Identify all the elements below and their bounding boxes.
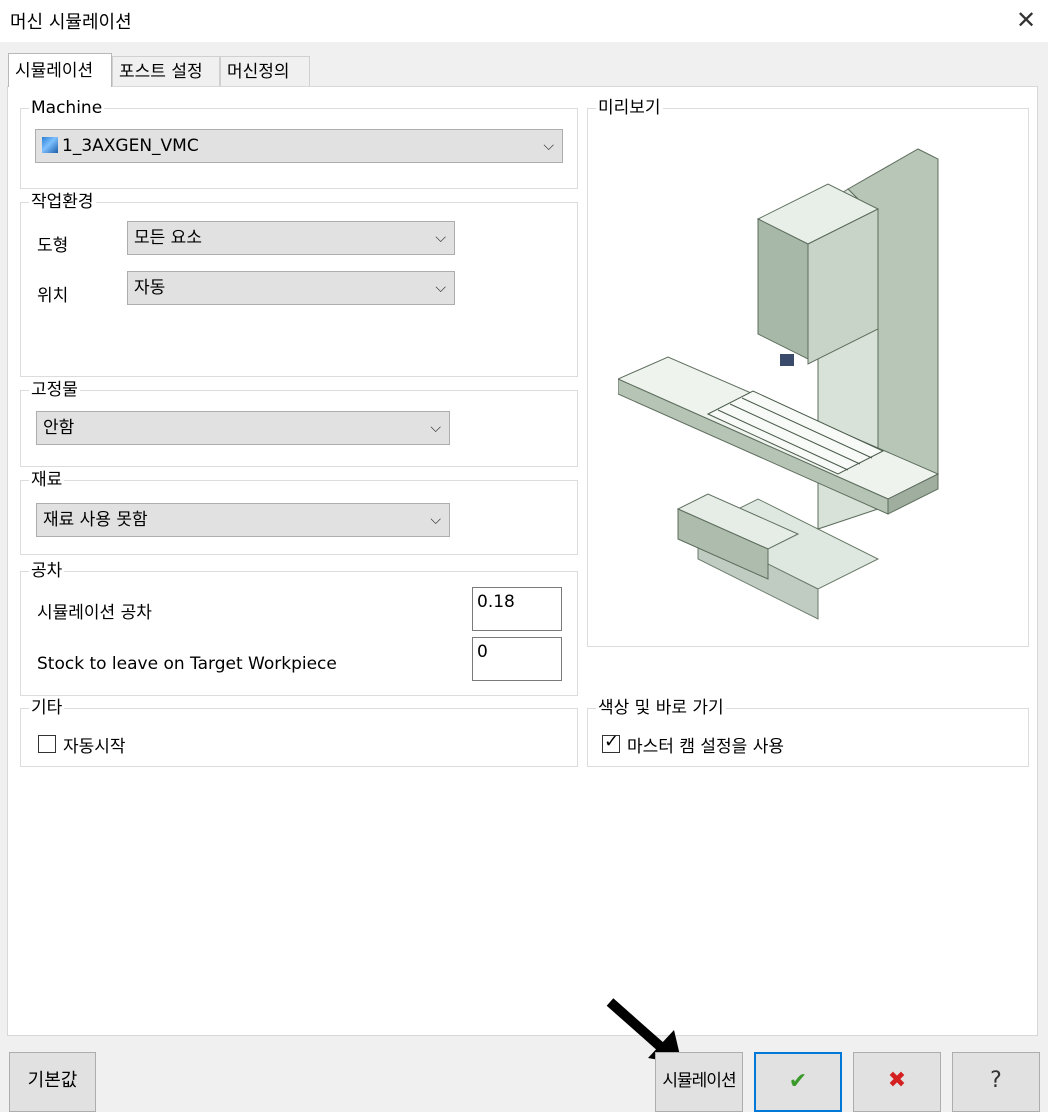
geometry-value: 모든 요소 bbox=[134, 228, 202, 248]
window-title: 머신 시뮬레이션 bbox=[10, 12, 132, 33]
material-legend: 재료 bbox=[29, 469, 65, 491]
position-label: 위치 bbox=[37, 286, 69, 306]
sim-tolerance-input[interactable]: 0.18 bbox=[472, 587, 562, 631]
use-master-checkbox[interactable]: ✓ bbox=[602, 731, 620, 753]
colors-legend: 색상 및 바로 가기 bbox=[596, 697, 726, 719]
other-legend: 기타 bbox=[29, 697, 65, 719]
machine-group: Machine 1_3AXGEN_VMC ⌵ bbox=[20, 97, 578, 189]
tab-machine-definition[interactable]: 머신정의 bbox=[220, 56, 310, 86]
machine-value: 1_3AXGEN_VMC bbox=[62, 136, 199, 156]
chevron-down-icon: ⌵ bbox=[430, 420, 441, 436]
material-select[interactable]: 재료 사용 못함 ⌵ bbox=[36, 503, 450, 537]
autostart-label[interactable]: 자동시작 bbox=[63, 732, 126, 757]
help-icon: ? bbox=[990, 1068, 1002, 1093]
checkmark-icon: ✓ bbox=[604, 731, 620, 752]
material-value: 재료 사용 못함 bbox=[43, 510, 148, 530]
machine-legend: Machine bbox=[29, 97, 105, 119]
preview-group: 미리보기 bbox=[587, 97, 1029, 647]
chevron-down-icon: ⌵ bbox=[543, 138, 554, 154]
fixture-value: 안함 bbox=[43, 418, 75, 438]
ok-check-icon: ✔ bbox=[788, 1069, 808, 1094]
tab-post-settings[interactable]: 포스트 설정 bbox=[112, 56, 220, 86]
close-icon[interactable]: ✕ bbox=[1012, 6, 1040, 34]
cancel-x-icon: ✖ bbox=[887, 1068, 907, 1093]
ok-button[interactable]: ✔ bbox=[754, 1052, 842, 1112]
tab-simulation[interactable]: 시뮬레이션 bbox=[8, 53, 112, 87]
chevron-down-icon: ⌵ bbox=[435, 230, 446, 246]
material-group: 재료 재료 사용 못함 ⌵ bbox=[20, 469, 578, 555]
machine-preview-image bbox=[618, 148, 940, 620]
geometry-label: 도형 bbox=[37, 236, 69, 256]
tolerance-legend: 공차 bbox=[29, 560, 65, 582]
sim-tolerance-label: 시뮬레이션 공차 bbox=[37, 603, 152, 623]
workenv-legend: 작업환경 bbox=[29, 191, 96, 213]
cancel-button[interactable]: ✖ bbox=[853, 1052, 941, 1112]
fixture-group: 고정물 안함 ⌵ bbox=[20, 379, 578, 467]
fixture-legend: 고정물 bbox=[29, 379, 80, 401]
tolerance-group: 공차 시뮬레이션 공차 0.18 Stock to leave on Targe… bbox=[20, 560, 578, 696]
machine-icon bbox=[42, 137, 58, 153]
stock-to-leave-label: Stock to leave on Target Workpiece bbox=[37, 654, 337, 674]
preview-legend: 미리보기 bbox=[596, 97, 663, 119]
use-master-label[interactable]: 마스터 캠 설정을 사용 bbox=[627, 732, 784, 757]
other-group: 기타 자동시작 bbox=[20, 697, 578, 767]
simulate-button[interactable]: 시뮬레이션 bbox=[655, 1052, 743, 1112]
stock-to-leave-input[interactable]: 0 bbox=[472, 637, 562, 681]
workenv-group: 작업환경 도형 모든 요소 ⌵ 위치 자동 ⌵ bbox=[20, 191, 578, 377]
machine-select[interactable]: 1_3AXGEN_VMC ⌵ bbox=[35, 129, 563, 163]
fixture-select[interactable]: 안함 ⌵ bbox=[36, 411, 450, 445]
simulation-panel: Machine 1_3AXGEN_VMC ⌵ 작업환경 도형 모든 요소 ⌵ 위… bbox=[7, 86, 1038, 1036]
autostart-checkbox[interactable] bbox=[38, 735, 56, 753]
defaults-button[interactable]: 기본값 bbox=[9, 1052, 96, 1112]
geometry-select[interactable]: 모든 요소 ⌵ bbox=[127, 221, 455, 255]
help-button[interactable]: ? bbox=[952, 1052, 1040, 1112]
position-value: 자동 bbox=[134, 278, 166, 298]
colors-group: 색상 및 바로 가기 ✓ 마스터 캠 설정을 사용 bbox=[587, 697, 1029, 767]
chevron-down-icon: ⌵ bbox=[435, 280, 446, 296]
position-select[interactable]: 자동 ⌵ bbox=[127, 271, 455, 305]
title-bar: 머신 시뮬레이션 ✕ bbox=[0, 0, 1048, 42]
chevron-down-icon: ⌵ bbox=[430, 512, 441, 528]
